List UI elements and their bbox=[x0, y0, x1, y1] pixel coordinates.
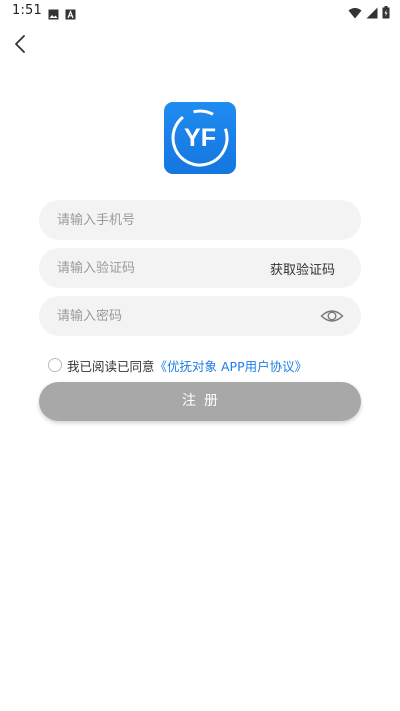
status-time: 1:51 bbox=[12, 3, 42, 18]
wifi-icon bbox=[348, 4, 362, 23]
get-code-button[interactable]: 获取验证码 bbox=[270, 259, 335, 278]
agreement-text: 我已阅读已同意 bbox=[67, 358, 155, 374]
app-logo: YF bbox=[164, 102, 236, 174]
font-a-icon bbox=[65, 5, 76, 24]
password-field[interactable] bbox=[39, 296, 361, 336]
phone-field[interactable] bbox=[39, 200, 361, 240]
verification-code-field[interactable]: 获取验证码 bbox=[39, 248, 361, 288]
status-bar: 1:51 bbox=[0, 0, 400, 24]
register-button[interactable]: 注册 bbox=[39, 382, 361, 421]
chevron-left-icon bbox=[13, 34, 27, 58]
logo-text: YF bbox=[184, 124, 216, 152]
signal-icon bbox=[366, 4, 378, 23]
password-input[interactable] bbox=[57, 296, 297, 336]
verification-code-input[interactable] bbox=[57, 248, 247, 288]
back-button[interactable] bbox=[8, 32, 32, 60]
phone-input[interactable] bbox=[57, 200, 337, 240]
eye-icon[interactable] bbox=[320, 305, 344, 327]
agreement-row: 我已阅读已同意 《优抚对象 APP用户协议》 bbox=[48, 355, 307, 375]
battery-icon bbox=[382, 4, 390, 23]
user-agreement-link[interactable]: 《优抚对象 APP用户协议》 bbox=[155, 356, 308, 375]
status-left-icons bbox=[48, 5, 76, 24]
agreement-checkbox[interactable] bbox=[48, 358, 62, 372]
status-right-icons bbox=[348, 4, 390, 23]
image-icon bbox=[48, 5, 59, 24]
